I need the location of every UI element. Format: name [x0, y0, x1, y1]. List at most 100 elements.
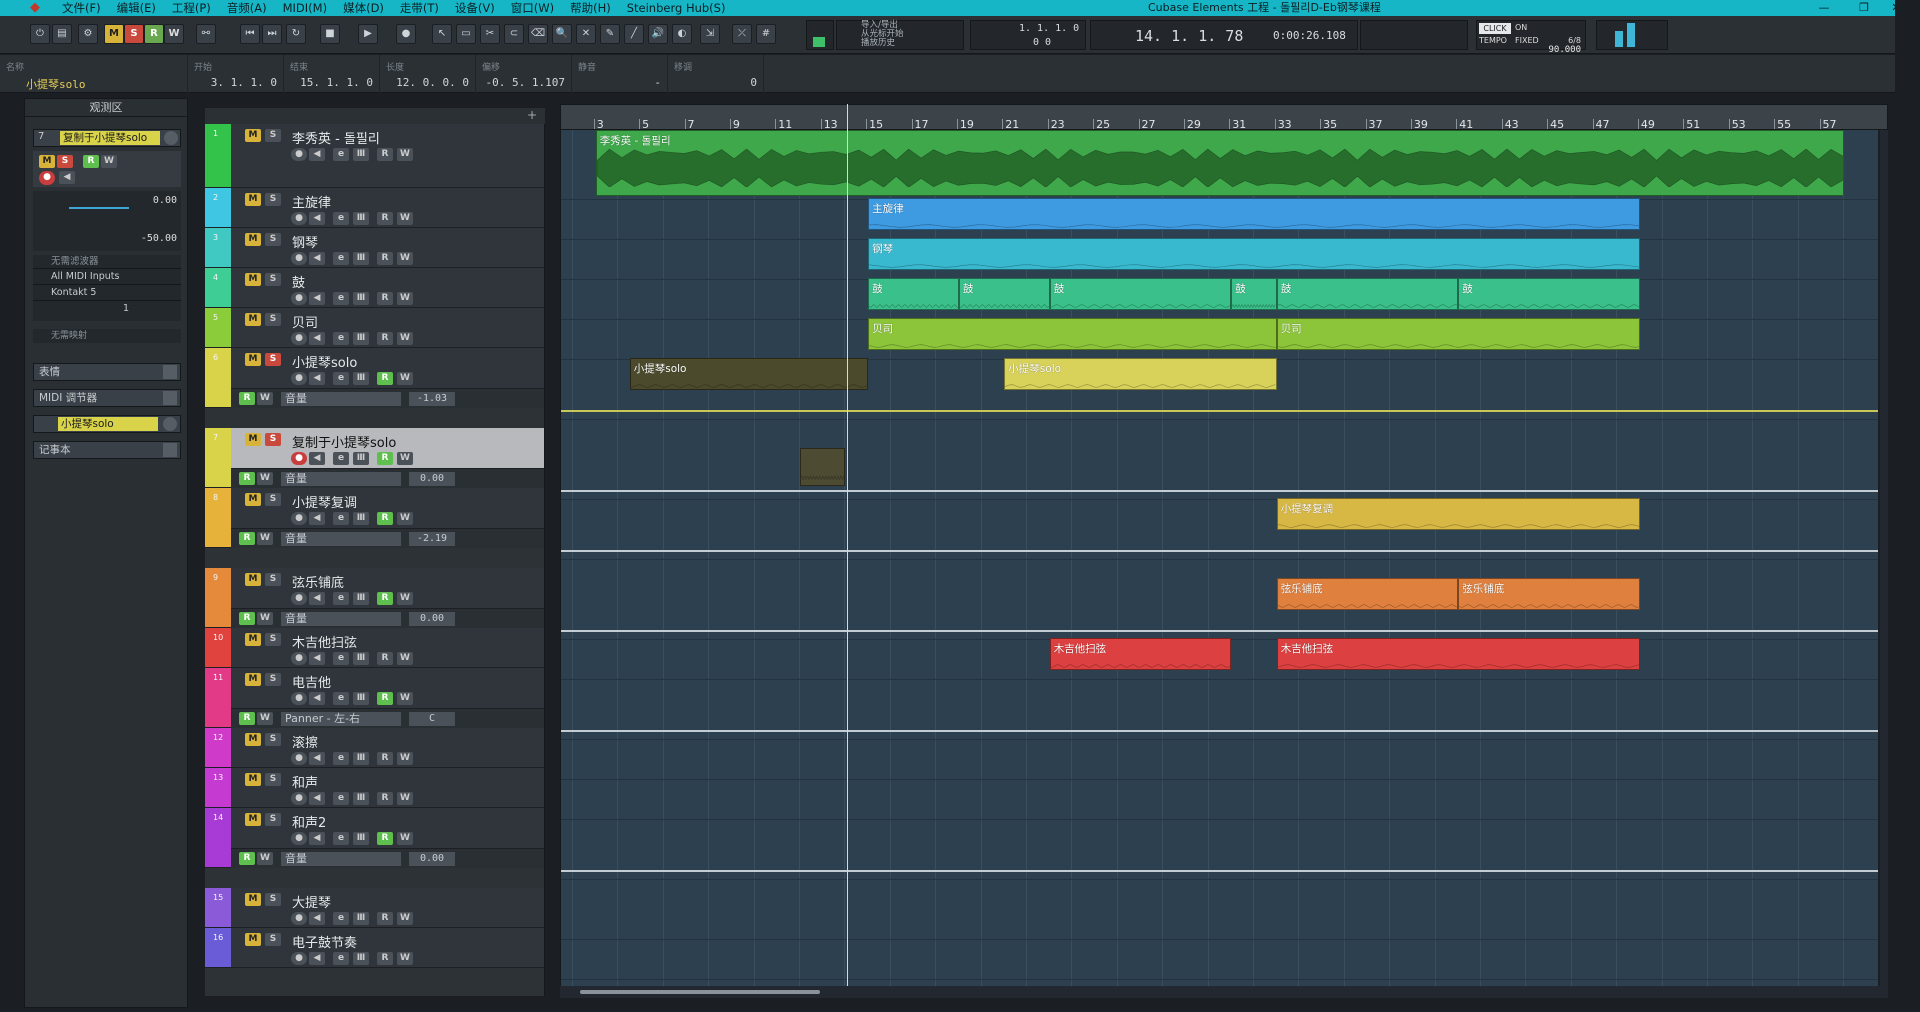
automation-subtrack[interactable]: R W 音量 0.00 — [231, 608, 544, 628]
track-mute-button[interactable]: M — [245, 633, 261, 646]
track-row[interactable]: 16 M S 电子鼓节奏 ● ◀ e Ⅲ R W — [205, 928, 544, 968]
write-automation-button[interactable]: W — [397, 212, 413, 225]
record-enable-button[interactable]: ● — [291, 952, 307, 965]
record-enable-button[interactable]: ● — [291, 332, 307, 345]
left-locator[interactable]: 1. 1. 1. 0 — [1019, 23, 1079, 34]
info-length-value[interactable]: 12. 0. 0. 0 — [396, 76, 469, 89]
midi-part[interactable]: 弦乐铺底 — [1276, 578, 1459, 610]
lanes-button[interactable]: Ⅲ — [353, 912, 369, 925]
record-enable-button[interactable]: ● — [291, 212, 307, 225]
track-mute-button[interactable]: M — [245, 129, 261, 142]
inspector-record-enable[interactable]: ● — [39, 171, 55, 185]
lanes-button[interactable]: Ⅲ — [353, 832, 369, 845]
write-automation-button[interactable]: W — [397, 832, 413, 845]
track-row[interactable]: 10 M S 木吉他扫弦 ● ◀ e Ⅲ R W — [205, 628, 544, 668]
track-mute-button[interactable]: M — [245, 773, 261, 786]
record-enable-button[interactable]: ● — [291, 832, 307, 845]
minimize-icon[interactable]: — — [1804, 0, 1844, 16]
track-name[interactable]: 李秀英 - 돌필리 — [292, 128, 380, 147]
track-solo-button[interactable]: S — [265, 353, 281, 366]
line-tool-icon[interactable]: ╱ — [624, 24, 644, 44]
automation-subtrack[interactable]: R W 音量 0.00 — [231, 848, 544, 868]
monitor-button[interactable]: ◀ — [309, 372, 325, 385]
write-automation-button[interactable]: W — [397, 292, 413, 305]
automation-curve[interactable] — [561, 550, 1878, 552]
split-tool-icon[interactable]: ✂ — [480, 24, 500, 44]
inspector-track-header[interactable]: 7 复制于小提琴solo — [33, 129, 181, 147]
read-automation-button[interactable]: R — [377, 592, 393, 605]
input-filter[interactable]: 无需滤波器 — [33, 255, 181, 269]
play-button[interactable]: ▶ — [358, 24, 378, 44]
track-solo-button[interactable]: S — [265, 573, 281, 586]
track-name[interactable]: 主旋律 — [292, 192, 331, 211]
monitor-button[interactable]: ◀ — [309, 452, 325, 465]
section-notepad[interactable]: 记事本 — [33, 441, 181, 459]
section-channel[interactable]: 小提琴solo — [33, 415, 181, 433]
read-toggle-button[interactable]: R — [144, 24, 164, 44]
horizontal-scrollbar[interactable] — [560, 986, 1888, 998]
edit-instrument-button[interactable]: e — [333, 212, 349, 225]
track-row[interactable]: 13 M S 和声 ● ◀ e Ⅲ R W — [205, 768, 544, 808]
midi-part[interactable]: 小提琴solo — [629, 358, 869, 390]
history-item[interactable]: 播放历史 — [861, 39, 904, 48]
automation-parameter[interactable]: 音量 — [281, 472, 401, 486]
automation-parameter[interactable]: 音量 — [281, 612, 401, 626]
range-tool-icon[interactable]: ▭ — [456, 24, 476, 44]
write-automation-button[interactable]: W — [397, 452, 413, 465]
edit-instrument-button[interactable]: e — [333, 148, 349, 161]
write-automation-button[interactable]: W — [397, 792, 413, 805]
info-length[interactable]: 长度 12. 0. 0. 0 — [380, 55, 476, 93]
read-automation-button[interactable]: R — [377, 372, 393, 385]
track-row[interactable]: 5 M S 贝司 ● ◀ e Ⅲ R W — [205, 308, 544, 348]
read-automation-button[interactable]: R — [377, 332, 393, 345]
track-mute-button[interactable]: M — [245, 673, 261, 686]
vertical-scrollbar[interactable] — [1880, 130, 1888, 986]
track-name[interactable]: 滚擦 — [292, 732, 318, 751]
automation-value[interactable]: 0.00 — [409, 472, 455, 486]
info-start-value[interactable]: 3. 1. 1. 0 — [211, 76, 277, 89]
read-automation-button[interactable]: R — [377, 752, 393, 765]
track-name[interactable]: 复制于小提琴solo — [292, 432, 396, 451]
track-solo-button[interactable]: S — [265, 129, 281, 142]
track-mute-button[interactable]: M — [245, 313, 261, 326]
read-automation-button[interactable]: R — [377, 832, 393, 845]
lanes-button[interactable]: Ⅲ — [353, 252, 369, 265]
inspector-track-name[interactable]: 复制于小提琴solo — [60, 131, 160, 145]
track-name[interactable]: 小提琴复调 — [292, 492, 357, 511]
write-automation-button[interactable]: W — [397, 148, 413, 161]
automation-value[interactable]: -1.03 — [409, 392, 455, 406]
menu-window[interactable]: 窗口(W) — [503, 0, 562, 16]
info-end-value[interactable]: 15. 1. 1. 0 — [300, 76, 373, 89]
track-solo-button[interactable]: S — [265, 673, 281, 686]
track-mute-button[interactable]: M — [245, 813, 261, 826]
info-transpose[interactable]: 移调 0 — [668, 55, 764, 93]
track-solo-button[interactable]: S — [265, 233, 281, 246]
midi-part[interactable]: 钢琴 — [868, 238, 1640, 270]
monitor-button[interactable]: ◀ — [309, 952, 325, 965]
track-name[interactable]: 和声2 — [292, 812, 326, 831]
read-automation-button[interactable]: R — [377, 952, 393, 965]
section-expression[interactable]: 表情 — [33, 363, 181, 381]
record-enable-button[interactable]: ● — [291, 652, 307, 665]
monitor-button[interactable]: ◀ — [309, 332, 325, 345]
goto-end-icon[interactable]: ⏭ — [262, 24, 282, 44]
info-mute-value[interactable]: - — [654, 76, 661, 89]
monitor-button[interactable]: ◀ — [309, 292, 325, 305]
position-display[interactable]: 14. 1. 1. 78 — [1135, 27, 1243, 45]
sub-read-button[interactable]: R — [239, 532, 255, 545]
automation-curve[interactable] — [561, 730, 1878, 732]
project-window-arrange[interactable]: 李秀英 - 돌필리 主旋律 钢琴鼓 鼓 鼓 鼓 鼓 鼓贝司 贝司 小提琴solo 小提琴solo 小提… — [560, 130, 1878, 986]
monitor-button[interactable]: ◀ — [309, 592, 325, 605]
track-mute-button[interactable]: M — [245, 733, 261, 746]
info-mute[interactable]: 静音 - — [572, 55, 668, 93]
lanes-button[interactable]: Ⅲ — [353, 148, 369, 161]
track-name[interactable]: 鼓 — [292, 272, 305, 291]
automation-parameter[interactable]: Panner - 左-右 — [281, 712, 401, 726]
read-automation-button[interactable]: R — [377, 652, 393, 665]
midi-part[interactable]: 鼓 — [1276, 278, 1459, 310]
scroll-thumb[interactable] — [580, 990, 820, 994]
track-mute-button[interactable]: M — [245, 933, 261, 946]
record-enable-button[interactable]: ● — [291, 752, 307, 765]
midi-part[interactable]: 弦乐铺底 — [1458, 578, 1640, 610]
track-solo-button[interactable]: S — [265, 313, 281, 326]
